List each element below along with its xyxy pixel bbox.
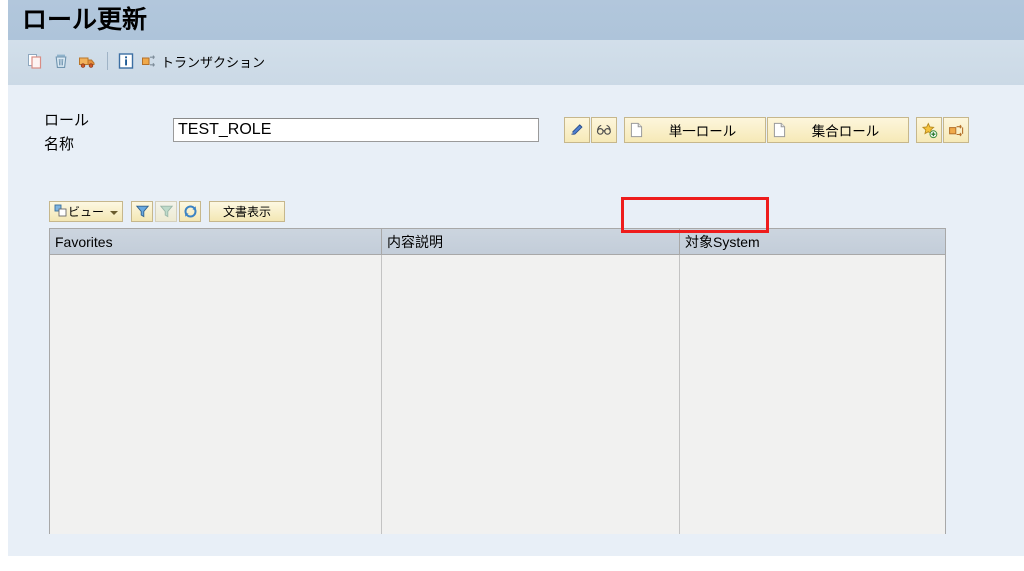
- transport-icon[interactable]: [76, 50, 98, 72]
- sap-role-maintenance-window: ロール更新 トランザクション ロール 名称 TEST_ROLE 単一ロール 集合…: [0, 0, 1024, 571]
- display-role-button[interactable]: [591, 117, 617, 143]
- document-icon: [772, 122, 787, 138]
- name-label: 名称: [44, 136, 75, 153]
- table-column-description: [382, 255, 680, 534]
- view-label: ビュー: [68, 204, 105, 219]
- filter-remove-icon: [159, 205, 173, 217]
- filter-icon: [135, 205, 149, 217]
- document-display-label: 文書表示: [223, 204, 272, 219]
- role-label: ロール: [44, 112, 90, 129]
- refresh-icon: [184, 205, 197, 217]
- application-toolbar: トランザクション: [8, 40, 1024, 86]
- table-toolbar: ビュー 文書表示: [49, 200, 287, 222]
- page-title: ロール更新: [22, 6, 148, 34]
- favorites-table: Favorites 内容説明 対象System: [49, 228, 946, 534]
- pencil-icon: [571, 124, 583, 135]
- info-icon[interactable]: [115, 50, 137, 72]
- column-header-description[interactable]: 内容説明: [382, 229, 680, 254]
- transaction-assign-icon[interactable]: [943, 117, 969, 143]
- document-icon: [629, 122, 644, 138]
- view-icon: [54, 204, 68, 218]
- filter-button[interactable]: [131, 200, 154, 222]
- transaction-icon: [141, 52, 159, 70]
- composite-role-label: 集合ロール: [811, 124, 880, 139]
- role-input[interactable]: [173, 118, 539, 142]
- table-header-row: Favorites 内容説明 対象System: [50, 229, 945, 255]
- window-title-bar: ロール更新: [8, 0, 1024, 40]
- table-column-favorites: [50, 255, 382, 534]
- edit-role-button[interactable]: [564, 117, 590, 143]
- table-column-target-system: [680, 255, 945, 534]
- role-action-button-group: 単一ロール 集合ロール: [564, 117, 970, 143]
- document-display-button[interactable]: 文書表示: [209, 200, 286, 222]
- toolbar-separator: [107, 52, 108, 70]
- view-dropdown-button[interactable]: ビュー: [49, 200, 124, 222]
- role-form: ロール 名称 TEST_ROLE 単一ロール 集合ロール: [8, 85, 1024, 165]
- add-to-favorites-button[interactable]: [916, 117, 942, 143]
- content-panel: ロール 名称 TEST_ROLE 単一ロール 集合ロール ビュー 文書表示 Fa…: [8, 85, 1024, 556]
- filter-off-button[interactable]: [155, 200, 178, 222]
- star-add-icon: [921, 122, 937, 138]
- transaction-button[interactable]: トランザクション: [141, 50, 265, 72]
- delete-icon[interactable]: [50, 50, 72, 72]
- column-header-target-system[interactable]: 対象System: [680, 229, 945, 254]
- chevron-down-icon: [110, 211, 119, 215]
- column-header-favorites[interactable]: Favorites: [50, 229, 382, 254]
- table-body[interactable]: [50, 255, 945, 534]
- composite-role-button[interactable]: 集合ロール: [767, 117, 909, 143]
- single-role-button[interactable]: 単一ロール: [624, 117, 766, 143]
- refresh-button[interactable]: [179, 200, 202, 222]
- transaction-label: トランザクション: [161, 54, 266, 70]
- single-role-label: 単一ロール: [668, 124, 737, 139]
- copy-icon[interactable]: [24, 50, 46, 72]
- glasses-icon: [596, 124, 611, 135]
